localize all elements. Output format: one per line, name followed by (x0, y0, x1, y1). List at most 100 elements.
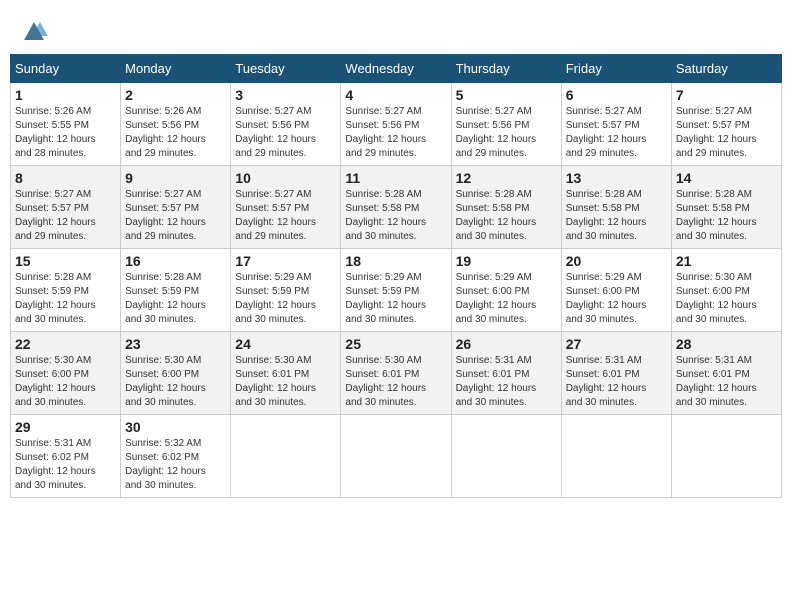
day-number: 24 (235, 336, 336, 352)
calendar-cell: 18 Sunrise: 5:29 AM Sunset: 5:59 PM Dayli… (341, 249, 451, 332)
day-info: Sunrise: 5:29 AM Sunset: 5:59 PM Dayligh… (345, 271, 446, 327)
calendar-cell: 7Sunrise: 5:27 AM Sunset: 5:57 PM Daylig… (671, 83, 781, 166)
week-row-1: 1 Sunrise: 5:26 AM Sunset: 5:55 PM Daylig… (11, 83, 782, 166)
calendar-cell: 16 Sunrise: 5:28 AM Sunset: 5:59 PM Dayli… (121, 249, 231, 332)
day-info: Sunrise: 5:28 AM Sunset: 5:58 PM Dayligh… (456, 188, 557, 244)
calendar-cell: 30Sunrise: 5:32 AM Sunset: 6:02 PM Dayli… (121, 415, 231, 498)
calendar-cell: 6 Sunrise: 5:27 AM Sunset: 5:57 PM Daylig… (561, 83, 671, 166)
day-number: 21 (676, 253, 777, 269)
day-number: 5 (456, 87, 557, 103)
day-info: Sunrise: 5:28 AM Sunset: 5:59 PM Dayligh… (15, 271, 116, 327)
day-number: 1 (15, 87, 116, 103)
day-number: 11 (345, 170, 446, 186)
calendar-cell: 8 Sunrise: 5:27 AM Sunset: 5:57 PM Daylig… (11, 166, 121, 249)
day-info: Sunrise: 5:30 AM Sunset: 6:00 PM Dayligh… (15, 354, 116, 410)
header-friday: Friday (561, 55, 671, 83)
day-info: Sunrise: 5:31 AM Sunset: 6:01 PM Dayligh… (456, 354, 557, 410)
calendar-cell: 20 Sunrise: 5:29 AM Sunset: 6:00 PM Dayli… (561, 249, 671, 332)
day-info: Sunrise: 5:26 AM Sunset: 5:55 PM Dayligh… (15, 105, 116, 161)
day-info: Sunrise: 5:28 AM Sunset: 5:59 PM Dayligh… (125, 271, 226, 327)
day-info: Sunrise: 5:31 AM Sunset: 6:01 PM Dayligh… (566, 354, 667, 410)
header-sunday: Sunday (11, 55, 121, 83)
logo (20, 18, 52, 46)
day-number: 4 (345, 87, 446, 103)
day-info: Sunrise: 5:28 AM Sunset: 5:58 PM Dayligh… (345, 188, 446, 244)
day-number: 6 (566, 87, 667, 103)
week-row-3: 15 Sunrise: 5:28 AM Sunset: 5:59 PM Dayli… (11, 249, 782, 332)
day-info: Sunrise: 5:31 AM Sunset: 6:01 PM Dayligh… (676, 354, 777, 410)
day-number: 26 (456, 336, 557, 352)
day-number: 29 (15, 419, 116, 435)
day-info: Sunrise: 5:27 AM Sunset: 5:57 PM Dayligh… (676, 105, 777, 161)
week-row-5: 29 Sunrise: 5:31 AM Sunset: 6:02 PM Dayli… (11, 415, 782, 498)
day-number: 3 (235, 87, 336, 103)
calendar-cell: 23Sunrise: 5:30 AM Sunset: 6:00 PM Dayli… (121, 332, 231, 415)
calendar-cell: 2 Sunrise: 5:26 AM Sunset: 5:56 PM Daylig… (121, 83, 231, 166)
calendar-cell: 29 Sunrise: 5:31 AM Sunset: 6:02 PM Dayli… (11, 415, 121, 498)
day-number: 19 (456, 253, 557, 269)
calendar-cell: 26 Sunrise: 5:31 AM Sunset: 6:01 PM Dayli… (451, 332, 561, 415)
day-number: 8 (15, 170, 116, 186)
day-info: Sunrise: 5:27 AM Sunset: 5:57 PM Dayligh… (125, 188, 226, 244)
day-number: 18 (345, 253, 446, 269)
calendar-cell (671, 415, 781, 498)
day-info: Sunrise: 5:29 AM Sunset: 6:00 PM Dayligh… (566, 271, 667, 327)
day-info: Sunrise: 5:29 AM Sunset: 5:59 PM Dayligh… (235, 271, 336, 327)
header-row: SundayMondayTuesdayWednesdayThursdayFrid… (11, 55, 782, 83)
calendar-cell (341, 415, 451, 498)
calendar-cell (451, 415, 561, 498)
calendar-cell: 28 Sunrise: 5:31 AM Sunset: 6:01 PM Dayli… (671, 332, 781, 415)
day-info: Sunrise: 5:28 AM Sunset: 5:58 PM Dayligh… (676, 188, 777, 244)
day-info: Sunrise: 5:27 AM Sunset: 5:56 PM Dayligh… (456, 105, 557, 161)
calendar-cell: 15 Sunrise: 5:28 AM Sunset: 5:59 PM Dayli… (11, 249, 121, 332)
calendar-cell: 14Sunrise: 5:28 AM Sunset: 5:58 PM Dayli… (671, 166, 781, 249)
calendar-cell: 3 Sunrise: 5:27 AM Sunset: 5:56 PM Daylig… (231, 83, 341, 166)
week-row-2: 8 Sunrise: 5:27 AM Sunset: 5:57 PM Daylig… (11, 166, 782, 249)
calendar-cell: 17 Sunrise: 5:29 AM Sunset: 5:59 PM Dayli… (231, 249, 341, 332)
header-wednesday: Wednesday (341, 55, 451, 83)
day-number: 12 (456, 170, 557, 186)
header-tuesday: Tuesday (231, 55, 341, 83)
day-number: 28 (676, 336, 777, 352)
day-number: 17 (235, 253, 336, 269)
calendar-cell: 5 Sunrise: 5:27 AM Sunset: 5:56 PM Daylig… (451, 83, 561, 166)
logo-icon (20, 18, 48, 46)
header-saturday: Saturday (671, 55, 781, 83)
calendar-cell: 19 Sunrise: 5:29 AM Sunset: 6:00 PM Dayli… (451, 249, 561, 332)
page-header (10, 10, 782, 50)
day-number: 9 (125, 170, 226, 186)
calendar-cell (561, 415, 671, 498)
day-number: 16 (125, 253, 226, 269)
day-info: Sunrise: 5:28 AM Sunset: 5:58 PM Dayligh… (566, 188, 667, 244)
day-info: Sunrise: 5:30 AM Sunset: 6:01 PM Dayligh… (345, 354, 446, 410)
day-info: Sunrise: 5:27 AM Sunset: 5:57 PM Dayligh… (566, 105, 667, 161)
day-number: 20 (566, 253, 667, 269)
day-number: 15 (15, 253, 116, 269)
day-info: Sunrise: 5:26 AM Sunset: 5:56 PM Dayligh… (125, 105, 226, 161)
day-info: Sunrise: 5:31 AM Sunset: 6:02 PM Dayligh… (15, 437, 116, 493)
calendar-table: SundayMondayTuesdayWednesdayThursdayFrid… (10, 54, 782, 498)
calendar-cell: 12 Sunrise: 5:28 AM Sunset: 5:58 PM Dayli… (451, 166, 561, 249)
day-number: 25 (345, 336, 446, 352)
header-thursday: Thursday (451, 55, 561, 83)
calendar-cell: 4 Sunrise: 5:27 AM Sunset: 5:56 PM Daylig… (341, 83, 451, 166)
day-number: 22 (15, 336, 116, 352)
calendar-cell: 25 Sunrise: 5:30 AM Sunset: 6:01 PM Dayli… (341, 332, 451, 415)
day-number: 2 (125, 87, 226, 103)
calendar-cell: 1 Sunrise: 5:26 AM Sunset: 5:55 PM Daylig… (11, 83, 121, 166)
calendar-cell: 10Sunrise: 5:27 AM Sunset: 5:57 PM Dayli… (231, 166, 341, 249)
day-info: Sunrise: 5:27 AM Sunset: 5:56 PM Dayligh… (235, 105, 336, 161)
calendar-cell: 24 Sunrise: 5:30 AM Sunset: 6:01 PM Dayli… (231, 332, 341, 415)
day-number: 27 (566, 336, 667, 352)
calendar-cell: 27 Sunrise: 5:31 AM Sunset: 6:01 PM Dayli… (561, 332, 671, 415)
day-info: Sunrise: 5:27 AM Sunset: 5:57 PM Dayligh… (15, 188, 116, 244)
day-number: 10 (235, 170, 336, 186)
day-info: Sunrise: 5:30 AM Sunset: 6:01 PM Dayligh… (235, 354, 336, 410)
day-number: 23 (125, 336, 226, 352)
day-info: Sunrise: 5:29 AM Sunset: 6:00 PM Dayligh… (456, 271, 557, 327)
day-info: Sunrise: 5:27 AM Sunset: 5:56 PM Dayligh… (345, 105, 446, 161)
day-info: Sunrise: 5:30 AM Sunset: 6:00 PM Dayligh… (676, 271, 777, 327)
day-number: 30 (125, 419, 226, 435)
calendar-cell: 11 Sunrise: 5:28 AM Sunset: 5:58 PM Dayli… (341, 166, 451, 249)
calendar-cell (231, 415, 341, 498)
